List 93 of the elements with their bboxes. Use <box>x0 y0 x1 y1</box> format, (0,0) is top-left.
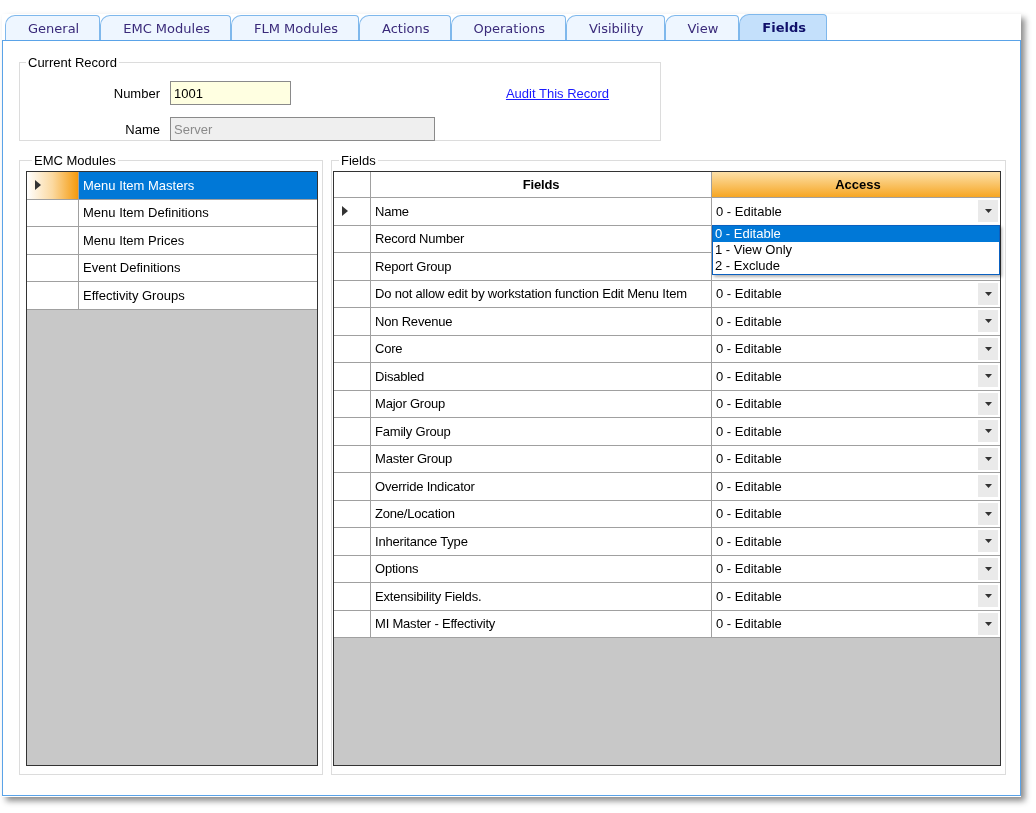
table-cell: Disabled <box>371 363 712 390</box>
group-title: EMC Modules <box>33 153 117 168</box>
dropdown-option[interactable]: 1 - View Only <box>713 242 999 258</box>
table-cell: Major Group <box>371 390 712 417</box>
caret-icon <box>984 401 992 406</box>
access-dropdown[interactable]: 0 - Editable <box>712 445 1000 472</box>
table-cell: Inheritance Type <box>371 528 712 555</box>
tab[interactable]: FLM Modules <box>230 15 360 40</box>
table-cell: Non Revenue <box>371 308 712 335</box>
group-title: Fields <box>340 153 377 168</box>
access-dropdown[interactable]: 0 - Editable <box>712 390 1000 417</box>
access-dropdown[interactable]: 0 - Editable <box>712 418 1000 445</box>
dropdown-value: 0 - Editable <box>716 313 782 329</box>
dropdown-button[interactable] <box>978 585 998 608</box>
dropdown-value: 0 - Editable <box>716 368 782 384</box>
dropdown-button[interactable] <box>978 557 998 580</box>
dropdown-value: 0 - Editable <box>716 533 782 549</box>
table-cell: Core <box>371 335 712 362</box>
access-dropdown[interactable]: 0 - Editable <box>712 280 1000 307</box>
dropdown-button[interactable] <box>978 475 998 498</box>
caret-icon <box>984 291 992 296</box>
dropdown-button[interactable] <box>978 392 998 415</box>
caret-icon <box>984 484 992 489</box>
caret-icon <box>984 429 992 434</box>
access-dropdown[interactable]: 0 - Editable <box>712 363 1000 390</box>
dropdown-value: 0 - Editable <box>716 478 782 494</box>
tab[interactable]: EMC Modules <box>100 15 231 40</box>
dropdown-value: 0 - Editable <box>716 423 782 439</box>
tab[interactable]: Fields <box>739 14 827 40</box>
caret-icon <box>984 319 992 324</box>
column-header: Access <box>712 172 1000 197</box>
dropdown-button[interactable] <box>978 365 998 388</box>
field-label: Number <box>113 85 160 101</box>
table-cell: Do not allow edit by workstation function Edit Menu Item <box>371 280 712 307</box>
dropdown-button[interactable] <box>978 420 998 443</box>
caret-icon <box>984 374 992 379</box>
table-cell: Options <box>371 555 712 582</box>
caret-icon <box>984 511 992 516</box>
dropdown-option[interactable]: 0 - Editable <box>713 226 999 242</box>
dropdown-button[interactable] <box>978 502 998 525</box>
dropdown-option[interactable]: 2 - Exclude <box>713 258 999 274</box>
caret-icon <box>984 209 992 214</box>
dropdown-value: 0 - Editable <box>716 286 782 302</box>
dropdown-button[interactable] <box>978 310 998 333</box>
dropdown-value: 0 - Editable <box>716 561 782 577</box>
access-dropdown[interactable]: 0 - Editable <box>712 610 1000 637</box>
caret-icon <box>984 594 992 599</box>
table-cell: Extensibility Fields. <box>371 583 712 610</box>
caret-icon <box>984 566 992 571</box>
row-pointer-icon <box>35 180 41 191</box>
row-pointer-icon <box>342 206 348 217</box>
dropdown-button[interactable] <box>978 447 998 470</box>
access-dropdown[interactable]: 0 - Editable <box>712 473 1000 500</box>
audit-link[interactable]: Audit This Record <box>505 85 660 101</box>
dropdown-value: 0 - Editable <box>716 341 782 357</box>
tab[interactable]: Visibility <box>566 15 665 40</box>
dropdown-button[interactable] <box>978 337 998 360</box>
dropdown-value: 0 - Editable <box>716 203 782 219</box>
caret-icon <box>984 539 992 544</box>
dropdown-button[interactable] <box>978 282 998 305</box>
access-dropdown[interactable]: 0 - Editable <box>712 555 1000 582</box>
access-dropdown[interactable]: 0 - Editable <box>712 528 1000 555</box>
dropdown-value: 0 - Editable <box>716 396 782 412</box>
field-label: Name <box>125 121 160 137</box>
table-cell: MI Master - Effectivity <box>371 610 712 637</box>
number-field[interactable]: 1001 <box>170 81 291 105</box>
access-dropdown[interactable]: 0 - Editable <box>712 308 1000 335</box>
tab[interactable]: General <box>5 15 101 40</box>
module-row[interactable]: Menu Item Masters <box>79 172 317 199</box>
caret-icon <box>984 456 992 461</box>
table-cell: Override Indicator <box>371 473 712 500</box>
dropdown-button[interactable] <box>978 200 998 223</box>
table-cell: Record Number <box>371 225 712 252</box>
table-cell: Zone/Location <box>371 500 712 527</box>
table-cell: Family Group <box>371 418 712 445</box>
access-dropdown[interactable]: 0 - Editable <box>712 583 1000 610</box>
tab[interactable]: View <box>664 15 740 40</box>
dropdown-value: 0 - Editable <box>716 506 782 522</box>
dropdown-button[interactable] <box>978 612 998 635</box>
caret-icon <box>984 621 992 626</box>
table-cell: Report Group <box>371 253 712 280</box>
access-dropdown[interactable]: 0 - Editable <box>712 500 1000 527</box>
table-cell: Master Group <box>371 445 712 472</box>
access-dropdown[interactable]: 0 - Editable <box>712 335 1000 362</box>
table-cell: Name <box>371 198 712 225</box>
dropdown-value: 0 - Editable <box>716 451 782 467</box>
dropdown-value: 0 - Editable <box>716 616 782 632</box>
dropdown-button[interactable] <box>978 530 998 553</box>
group-title: Current Record <box>27 55 118 70</box>
dropdown-value: 0 - Editable <box>716 588 782 604</box>
tab[interactable]: Actions <box>359 15 451 40</box>
caret-icon <box>984 346 992 351</box>
tab[interactable]: Operations <box>450 15 566 40</box>
